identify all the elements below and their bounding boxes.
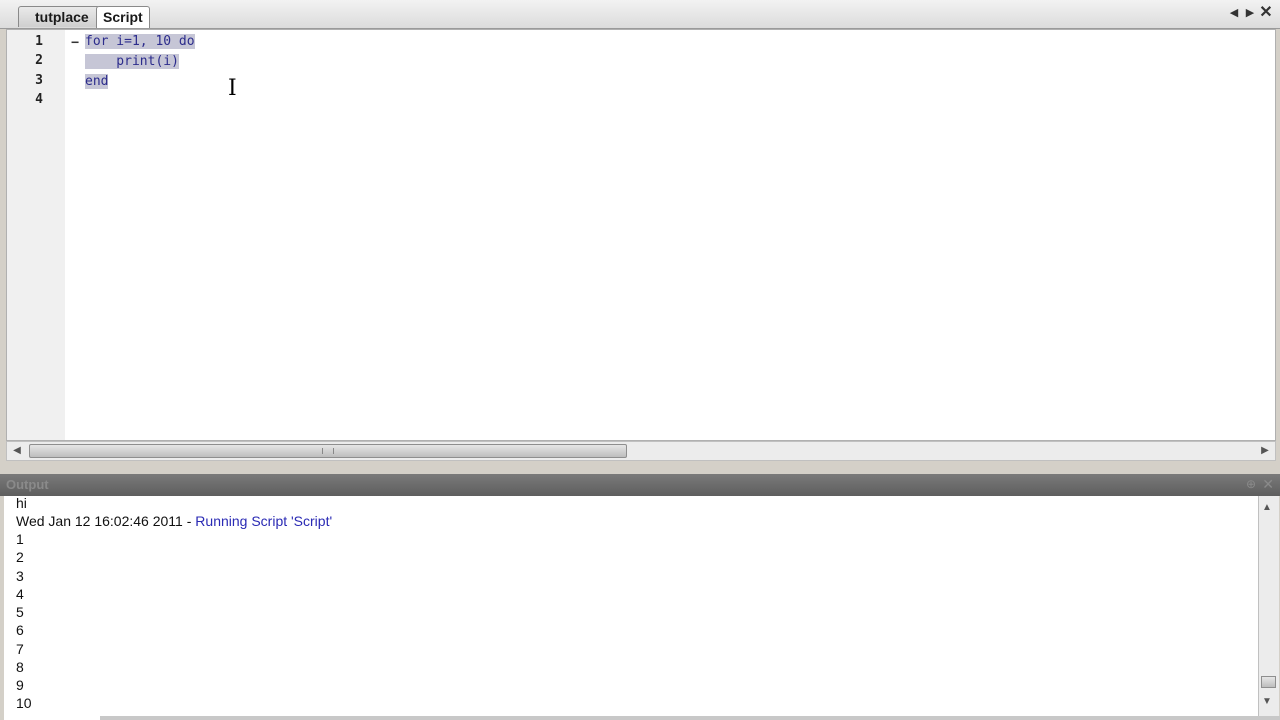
output-line: 8 [16,659,24,675]
output-line: 1 [16,531,24,547]
triangle-right-icon[interactable]: ▶ [1243,6,1257,20]
fold-toggle-icon[interactable]: − [71,34,79,50]
grip-icon [322,448,334,454]
scroll-right-icon[interactable]: ▶ [1257,444,1273,458]
code-line-text: print(i) [85,54,179,69]
bottom-scroll-strip [100,716,1280,720]
code-line-text: end [85,74,109,89]
pin-icon[interactable]: ⊕ [1246,477,1256,491]
triangle-left-icon[interactable]: ◀ [1227,6,1241,20]
line-number-gutter: 1 2 3 4 [7,30,65,440]
line-number: 2 [35,53,43,68]
scroll-left-icon[interactable]: ◀ [9,444,25,458]
line-number: 3 [35,73,43,88]
scroll-up-icon[interactable]: ▲ [1262,502,1272,513]
vertical-scroll-thumb[interactable] [1261,676,1276,688]
line-number: 4 [35,92,43,107]
output-line: 4 [16,586,24,602]
line-number: 1 [35,34,43,49]
vertical-scrollbar[interactable]: ▲ ▼ [1258,496,1279,720]
tab-tutplace[interactable]: tutplace [18,6,100,27]
tab-bar: tutplace Script ◀ ▶ ✕ [0,0,1280,29]
code-line-text: for i=1, 10 do [85,34,195,49]
scroll-down-icon[interactable]: ▼ [1262,696,1272,707]
output-line: hi [16,496,27,511]
run-message: Running Script 'Script' [195,513,333,529]
code-line[interactable]: for i=1, 10 do [85,33,195,51]
output-panel-header: Output ⊕ ✕ [0,474,1280,496]
tab-script[interactable]: Script [96,6,150,28]
horizontal-scroll-thumb[interactable] [29,444,627,458]
output-line: 10 [16,695,32,711]
close-icon[interactable]: ✕ [1262,476,1274,493]
output-line: 9 [16,677,24,693]
code-line[interactable]: print(i) [85,53,179,71]
horizontal-scrollbar[interactable]: ◀ ▶ [6,441,1276,461]
code-line[interactable]: end [85,73,109,91]
output-line: 5 [16,604,24,620]
output-line: 6 [16,622,24,638]
output-line-run: Wed Jan 12 16:02:46 2011 - Running Scrip… [16,512,332,530]
output-panel[interactable]: hi Wed Jan 12 16:02:46 2011 - Running Sc… [4,496,1258,720]
output-line: 2 [16,549,24,565]
output-panel-title: Output [6,477,49,492]
close-icon[interactable]: ✕ [1259,5,1273,21]
output-line: 7 [16,641,24,657]
run-separator: - [182,513,196,529]
script-editor[interactable]: 1 2 3 4 − for i=1, 10 do print(i) end I [6,29,1276,441]
output-line: 3 [16,568,24,584]
ibeam-cursor-icon: I [228,76,237,101]
run-timestamp: Wed Jan 12 16:02:46 2011 [16,513,183,529]
